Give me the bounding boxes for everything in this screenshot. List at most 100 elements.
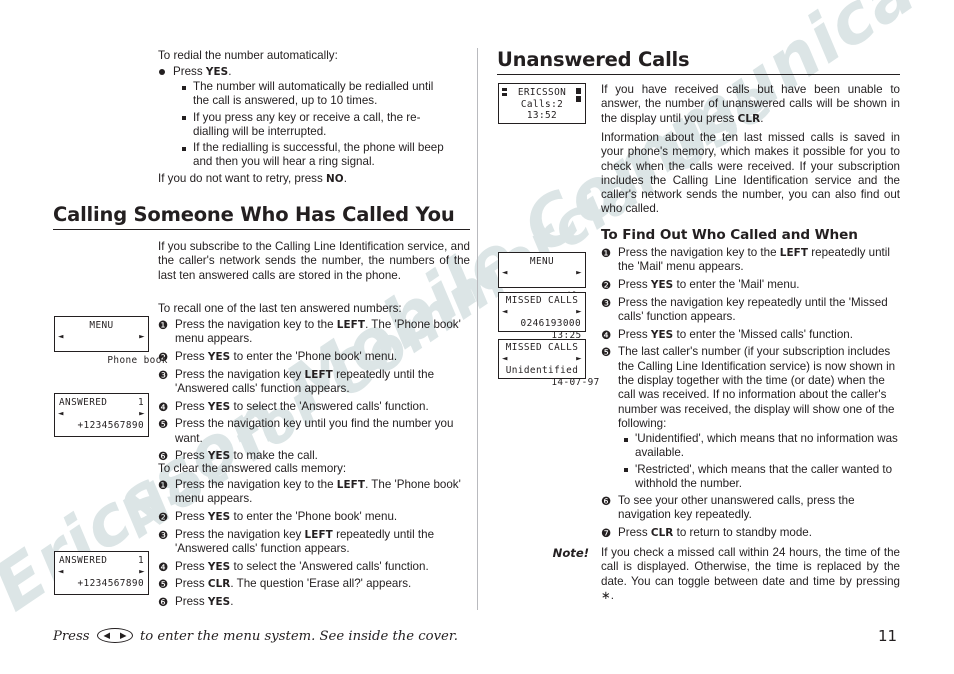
step-number: ❹ bbox=[158, 399, 169, 414]
list-item: ❺ Press the navigation key until you find… bbox=[158, 417, 454, 445]
lcd-value-row: ◄ 14-07-97 ► bbox=[502, 354, 599, 388]
step-number: ❻ bbox=[158, 595, 169, 610]
lcd-answered-calls-1: ANSWERED 1 ◄ ► +1234567890 bbox=[54, 393, 149, 437]
lcd-value: Phone book bbox=[107, 354, 168, 366]
step-number: ❹ bbox=[158, 559, 169, 574]
left-arrow-icon: ◄ bbox=[58, 332, 64, 342]
left-arrow-icon: ◄ bbox=[502, 268, 508, 278]
calling-someone-intro: If you subscribe to the Calling Line Ide… bbox=[158, 240, 470, 282]
navigation-key-arrows-icon bbox=[103, 632, 127, 639]
step-number: ❺ bbox=[158, 577, 169, 592]
left-arrow-icon: ◄ bbox=[502, 354, 508, 364]
key-left: LEFT bbox=[304, 368, 333, 381]
key-no: NO bbox=[325, 173, 344, 185]
list-item: ❺ The last caller's number (if your subsc… bbox=[601, 345, 896, 430]
right-arrow-icon: ► bbox=[139, 332, 145, 342]
key-clr: CLR bbox=[207, 578, 231, 591]
step-number: ❷ bbox=[158, 509, 169, 524]
step-number: ❹ bbox=[601, 327, 612, 342]
list-item: ❹ Press YES to select the 'Answered calls… bbox=[158, 399, 429, 414]
page-title-unanswered-calls: Unanswered Calls bbox=[497, 48, 900, 75]
step-number: ❺ bbox=[601, 345, 612, 360]
note-label: Note! bbox=[552, 546, 589, 560]
step-number: ❶ bbox=[158, 318, 169, 332]
redial-closing: If you do not want to retry, press NO. bbox=[158, 172, 347, 185]
list-item: ❷ Press YES to enter the 'Mail' menu. bbox=[601, 277, 800, 292]
left-arrow-icon: ◄ bbox=[58, 567, 64, 577]
step-number: ❷ bbox=[601, 277, 612, 292]
lcd-arrow-row: ◄ ► bbox=[58, 409, 145, 421]
lcd-answered-calls-2: ANSWERED 1 ◄ ► +1234567890 bbox=[54, 551, 149, 595]
lcd-menu-phonebook: MENU ◄ Phone book ► bbox=[54, 316, 167, 366]
manual-page: Ericsson Mobile Communications AB Not fo… bbox=[0, 0, 954, 674]
subsection-find-out-who-called: To Find Out Who Called and When bbox=[601, 227, 858, 243]
lcd-title: ANSWERED bbox=[59, 555, 108, 566]
list-item: ❷ Press YES to enter the 'Phone book' men… bbox=[158, 349, 398, 364]
lcd-missed-calls-date: MISSED CALLS ◄ 14-07-97 ► Unidentified bbox=[498, 339, 599, 388]
key-yes: YES bbox=[207, 450, 231, 463]
lcd-title-row: ANSWERED 1 bbox=[59, 397, 144, 409]
list-item: Press YES. bbox=[158, 65, 468, 79]
left-arrow-icon: ◄ bbox=[502, 307, 508, 317]
key-clr: CLR bbox=[650, 526, 674, 539]
page-title-calling-someone: Calling Someone Who Has Called You bbox=[53, 203, 470, 230]
step-number: ❻ bbox=[601, 494, 612, 508]
lcd-title: MISSED CALLS bbox=[505, 342, 579, 353]
lcd-number: 0246193000 bbox=[520, 318, 581, 329]
list-item: ❻ To see your other unanswered calls, pre… bbox=[601, 494, 855, 522]
right-arrow-icon: ► bbox=[576, 268, 582, 278]
key-yes: YES bbox=[650, 278, 674, 291]
key-clr: CLR bbox=[737, 112, 761, 125]
lcd-calls-count: Calls:2 bbox=[520, 98, 564, 110]
list-item: ❸ Press the navigation key repeatedly unt… bbox=[601, 295, 888, 323]
key-yes: YES bbox=[207, 350, 231, 363]
lcd-caller-status: Unidentified bbox=[505, 365, 579, 376]
right-arrow-icon: ► bbox=[139, 409, 145, 419]
step-number: ❶ bbox=[158, 478, 169, 492]
lcd-value-row: ◄ Phone book ► bbox=[58, 332, 167, 366]
find-out-steps-list: ❶ Press the navigation key to the LEFT re… bbox=[601, 246, 900, 435]
lcd-clock: 13:52 bbox=[526, 110, 558, 121]
key-yes: YES bbox=[650, 328, 674, 341]
lcd-standby-screen: ERICSSON Calls:2 13:52 bbox=[498, 83, 586, 124]
lcd-arrow-row: ◄ ► bbox=[58, 567, 145, 579]
list-item: ❷ Press YES to enter the 'Phone book' men… bbox=[158, 509, 398, 524]
navigation-key-icon bbox=[96, 628, 133, 643]
list-item: ❶ Press the navigation key to the LEFT re… bbox=[601, 246, 890, 274]
right-arrow-icon: ► bbox=[576, 307, 582, 317]
lcd-operator: ERICSSON bbox=[517, 87, 567, 98]
lcd-value-row: ◄ 13:25 ► bbox=[502, 307, 582, 341]
lcd-missed-calls-time: MISSED CALLS ◄ 13:25 ► 0246193000 bbox=[498, 292, 586, 341]
key-yes: YES bbox=[205, 66, 229, 78]
list-item: ❹ Press YES to enter the 'Missed calls' f… bbox=[601, 327, 853, 342]
recall-lead-in: To recall one of the last ten answered n… bbox=[158, 302, 402, 315]
lcd-title: MENU bbox=[529, 256, 555, 267]
unanswered-para-1: If you have received calls but have been… bbox=[601, 83, 900, 125]
list-item: ❸ Press the navigation key LEFT repeatedl… bbox=[158, 527, 435, 555]
list-item: ❺ Press CLR. The question 'Erase all?' ap… bbox=[158, 577, 412, 592]
footer-text-before: Press bbox=[53, 629, 90, 644]
list-item: 'Unidentified', which means that no info… bbox=[622, 432, 900, 461]
list-item: ❼ Press CLR to return to standby mode. bbox=[601, 525, 812, 540]
list-item: 'Restricted', which means that the calle… bbox=[622, 463, 900, 492]
step-number: ❺ bbox=[158, 417, 169, 432]
clear-steps-list: ❶ Press the navigation key to the LEFT. T… bbox=[158, 478, 470, 613]
key-yes: YES bbox=[207, 596, 231, 609]
find-out-steps-list-continued: ❻ To see your other unanswered calls, pre… bbox=[601, 494, 900, 544]
redial-lead-in: To redial the number automatically: bbox=[158, 49, 338, 62]
display-result-bullets: 'Unidentified', which means that no info… bbox=[622, 432, 900, 493]
right-arrow-icon: ► bbox=[576, 354, 582, 364]
key-left: LEFT bbox=[336, 319, 366, 331]
lcd-value: 14-07-97 bbox=[551, 376, 600, 388]
key-left: LEFT bbox=[304, 528, 333, 541]
list-item: The number will automatically be rediall… bbox=[180, 80, 452, 109]
list-item: ❹ Press YES to select the 'Answered calls… bbox=[158, 559, 429, 574]
key-left: LEFT bbox=[779, 247, 809, 259]
list-item: ❶ Press the navigation key to the LEFT. T… bbox=[158, 478, 461, 506]
list-item: ❻ Press YES. bbox=[158, 595, 234, 610]
footer-hint: Press to enter the menu system. See insi… bbox=[53, 628, 458, 644]
note-text: If you check a missed call within 24 hou… bbox=[601, 546, 900, 602]
lcd-title: MISSED CALLS bbox=[505, 295, 579, 306]
list-item: ❶ Press the navigation key to the LEFT. T… bbox=[158, 318, 461, 346]
step-number: ❸ bbox=[158, 367, 169, 382]
